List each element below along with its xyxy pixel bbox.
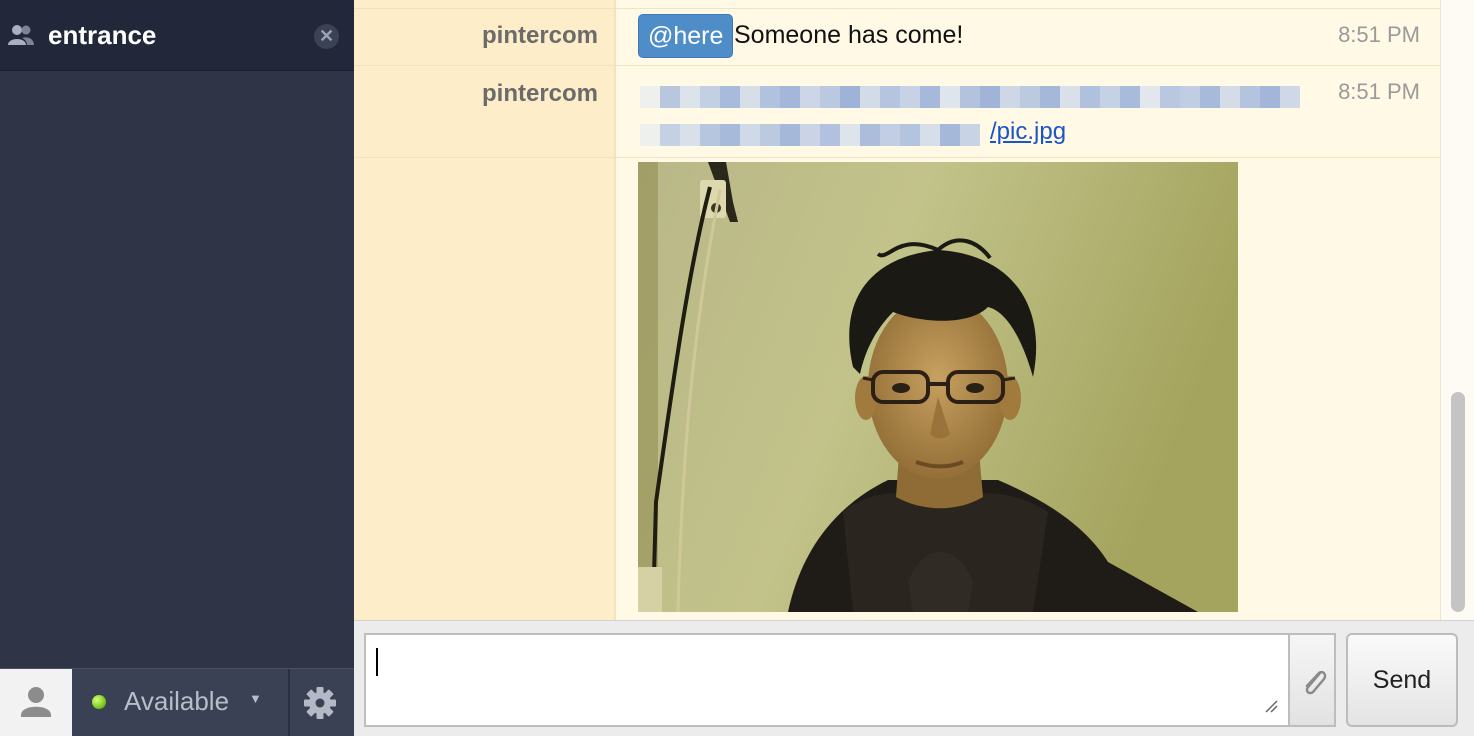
message-text: Someone has come! bbox=[734, 21, 964, 49]
redacted-url-line bbox=[640, 124, 980, 146]
user-icon bbox=[21, 687, 51, 717]
avatar[interactable] bbox=[0, 669, 72, 736]
status-bar: Available ▼ bbox=[0, 668, 354, 736]
message-time: 8:51 PM bbox=[1338, 22, 1420, 47]
sidebar: entrance ✕ Available ▼ bbox=[0, 0, 354, 736]
resize-grip-icon[interactable] bbox=[1264, 699, 1278, 713]
gear-icon[interactable] bbox=[300, 683, 340, 723]
message-input[interactable] bbox=[364, 633, 1290, 727]
message-sender[interactable]: pintercom bbox=[482, 22, 598, 50]
message-list: pintercom @here Someone has come! 8:51 P… bbox=[354, 0, 1474, 620]
send-button[interactable]: Send bbox=[1346, 633, 1458, 727]
scrollbar-thumb[interactable] bbox=[1451, 392, 1465, 612]
attached-photo[interactable] bbox=[638, 162, 1238, 612]
message-row: pintercom /pic.jpg 8:51 PM bbox=[354, 66, 1440, 158]
text-caret bbox=[376, 648, 378, 676]
divider bbox=[288, 669, 290, 736]
group-icon bbox=[8, 25, 34, 45]
close-icon[interactable]: ✕ bbox=[314, 24, 339, 49]
paperclip-icon bbox=[1305, 670, 1327, 695]
composer: Send bbox=[354, 620, 1474, 736]
attachment-link[interactable]: /pic.jpg bbox=[990, 118, 1066, 146]
status-dot-icon bbox=[92, 695, 106, 709]
redacted-url-line bbox=[640, 86, 1300, 108]
chevron-down-icon[interactable]: ▼ bbox=[249, 691, 262, 706]
room-item-entrance[interactable]: entrance ✕ bbox=[0, 0, 354, 71]
message-time: 8:51 PM bbox=[1338, 79, 1420, 104]
message-sender[interactable]: pintercom bbox=[482, 80, 598, 108]
mention-badge: @here bbox=[638, 14, 734, 58]
status-dropdown[interactable]: Available bbox=[124, 686, 229, 717]
message-row: pintercom @here Someone has come! 8:51 P… bbox=[354, 8, 1440, 66]
room-name: entrance bbox=[48, 20, 157, 50]
scrollbar[interactable] bbox=[1440, 0, 1474, 620]
attach-button[interactable] bbox=[1288, 633, 1336, 727]
